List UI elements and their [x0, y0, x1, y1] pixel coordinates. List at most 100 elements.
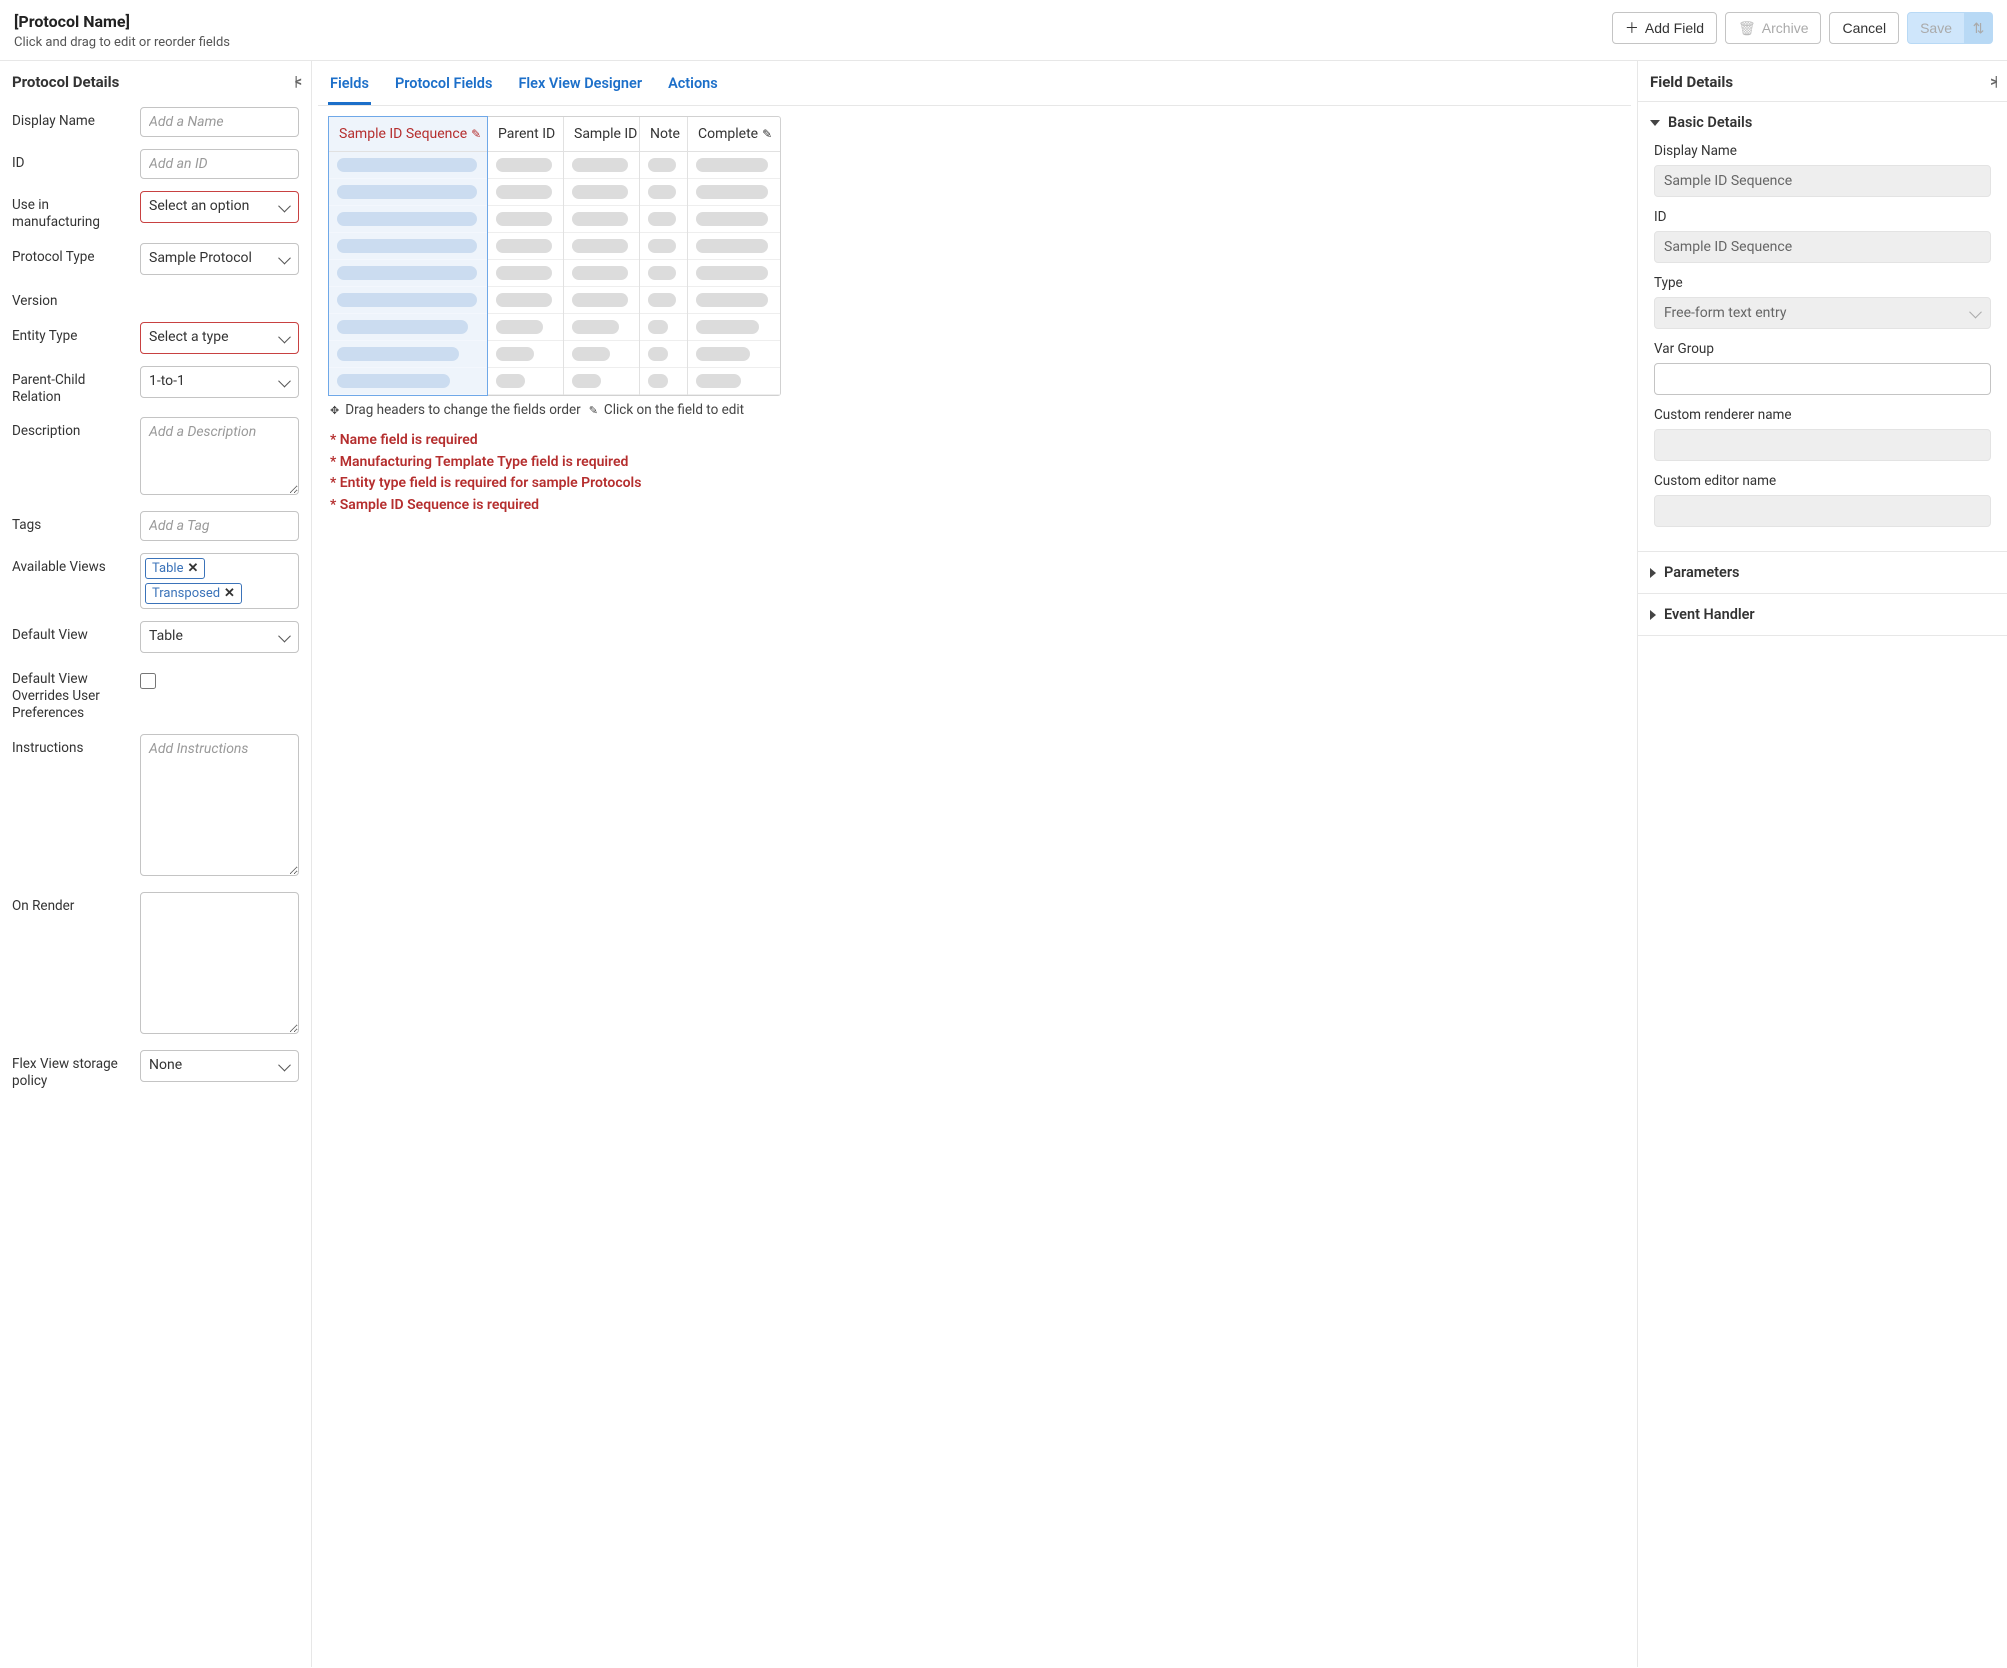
protocol-type-select[interactable]: Sample Protocol [140, 243, 299, 275]
close-icon[interactable]: ✕ [224, 586, 235, 601]
grid-cell[interactable] [564, 260, 639, 287]
tab-fields[interactable]: Fields [328, 71, 371, 105]
grid-cell[interactable] [564, 152, 639, 179]
grid-cell[interactable] [488, 152, 563, 179]
grid-cell[interactable] [688, 368, 780, 395]
pencil-icon: ✎ [471, 127, 481, 141]
grid-cell[interactable] [488, 368, 563, 395]
grid-column: Note [640, 117, 688, 395]
grid-cell[interactable] [640, 368, 687, 395]
grid-cell[interactable] [488, 341, 563, 368]
on-render-textarea[interactable] [140, 892, 299, 1034]
cancel-label: Cancel [1842, 20, 1886, 36]
grid-cell[interactable] [564, 179, 639, 206]
grid-cell[interactable] [640, 152, 687, 179]
grid-cell[interactable] [564, 314, 639, 341]
section-event-handler-toggle[interactable]: Event Handler [1638, 594, 2007, 635]
close-icon[interactable]: ✕ [187, 561, 198, 576]
fd-vargroup-input[interactable] [1654, 363, 1991, 395]
grid-cell[interactable] [329, 179, 487, 206]
grid-header-cell[interactable]: Complete✎ [688, 117, 780, 152]
cancel-button[interactable]: Cancel [1829, 12, 1899, 44]
grid-cell[interactable] [688, 179, 780, 206]
save-button[interactable]: Save [1907, 12, 1965, 44]
use-in-mfg-select[interactable]: Select an option [140, 191, 299, 223]
flex-policy-select[interactable]: None [140, 1050, 299, 1082]
grid-cell[interactable] [564, 287, 639, 314]
grid-cell[interactable] [488, 179, 563, 206]
page-title: [Protocol Name] [14, 12, 230, 31]
grid-cell[interactable] [688, 206, 780, 233]
description-textarea[interactable] [140, 417, 299, 495]
display-name-input[interactable] [140, 107, 299, 137]
tab-protocol-fields[interactable]: Protocol Fields [393, 71, 495, 105]
avail-views-label: Available Views [12, 553, 132, 576]
parent-child-label: Parent-Child Relation [12, 366, 132, 406]
grid-cell[interactable] [329, 287, 487, 314]
grid-cell[interactable] [488, 206, 563, 233]
default-view-label: Default View [12, 621, 132, 644]
grid-cell[interactable] [640, 233, 687, 260]
placeholder-pill [648, 158, 676, 172]
protocol-details-title: Protocol Details [12, 73, 119, 91]
instructions-textarea[interactable] [140, 734, 299, 876]
add-field-button[interactable]: ＋ Add Field [1612, 12, 1717, 44]
parent-child-select[interactable]: 1-to-1 [140, 366, 299, 398]
default-view-select[interactable]: Table [140, 621, 299, 653]
tags-input[interactable] [140, 511, 299, 541]
grid-cell[interactable] [564, 206, 639, 233]
grid-header-cell[interactable]: Sample ID Sequence✎ [329, 117, 487, 152]
entity-type-select[interactable]: Select a type [140, 322, 299, 354]
grid-cell[interactable] [640, 260, 687, 287]
grid-cell[interactable] [329, 152, 487, 179]
grid-header-cell[interactable]: Sample ID [564, 117, 639, 152]
grid-cell[interactable] [640, 287, 687, 314]
section-basic-toggle[interactable]: Basic Details [1638, 102, 2007, 143]
grid-header-cell[interactable]: Parent ID [488, 117, 563, 152]
grid-cell[interactable] [488, 287, 563, 314]
grid-cell[interactable] [640, 179, 687, 206]
grid-cell[interactable] [564, 368, 639, 395]
id-input[interactable] [140, 149, 299, 179]
save-dropdown-button[interactable]: ⇅ [1965, 12, 1993, 44]
avail-views-chips[interactable]: Table✕ Transposed✕ [140, 553, 299, 609]
grid-cell[interactable] [688, 287, 780, 314]
grid-cell[interactable] [329, 206, 487, 233]
grid-cell[interactable] [329, 341, 487, 368]
grid-cell[interactable] [329, 314, 487, 341]
archive-button[interactable]: 🗑 Archive [1725, 12, 1821, 44]
grid-cell[interactable] [688, 152, 780, 179]
dv-override-checkbox[interactable] [140, 673, 156, 689]
grid-cell[interactable] [564, 341, 639, 368]
grid-cell[interactable] [329, 368, 487, 395]
fd-id-value: Sample ID Sequence [1654, 231, 1991, 263]
grid-cell[interactable] [688, 260, 780, 287]
section-parameters-toggle[interactable]: Parameters [1638, 552, 2007, 593]
grid-cell[interactable] [688, 341, 780, 368]
collapse-right-icon[interactable]: >| [1990, 74, 1995, 90]
version-label: Version [12, 287, 132, 310]
grid-cell[interactable] [640, 314, 687, 341]
grid-cell[interactable] [329, 233, 487, 260]
placeholder-pill [572, 374, 601, 388]
grid-header-cell[interactable]: Note [640, 117, 687, 152]
grid-cell[interactable] [688, 314, 780, 341]
grid-cell[interactable] [564, 233, 639, 260]
page-subtitle: Click and drag to edit or reorder fields [14, 35, 230, 50]
chip-transposed[interactable]: Transposed✕ [145, 583, 242, 604]
chip-table[interactable]: Table✕ [145, 558, 205, 579]
validation-error: * Entity type field is required for samp… [330, 473, 1619, 495]
tab-flex-view[interactable]: Flex View Designer [516, 71, 644, 105]
grid-cell[interactable] [329, 260, 487, 287]
grid-cell[interactable] [488, 233, 563, 260]
placeholder-pill [648, 293, 676, 307]
grid-cell[interactable] [488, 260, 563, 287]
grid-cell[interactable] [640, 341, 687, 368]
grid-cell[interactable] [688, 233, 780, 260]
grid-cell[interactable] [640, 206, 687, 233]
grid-cell[interactable] [488, 314, 563, 341]
placeholder-pill [572, 320, 619, 334]
collapse-left-icon[interactable]: |< [294, 74, 299, 90]
tab-actions[interactable]: Actions [666, 71, 720, 105]
placeholder-pill [572, 239, 628, 253]
